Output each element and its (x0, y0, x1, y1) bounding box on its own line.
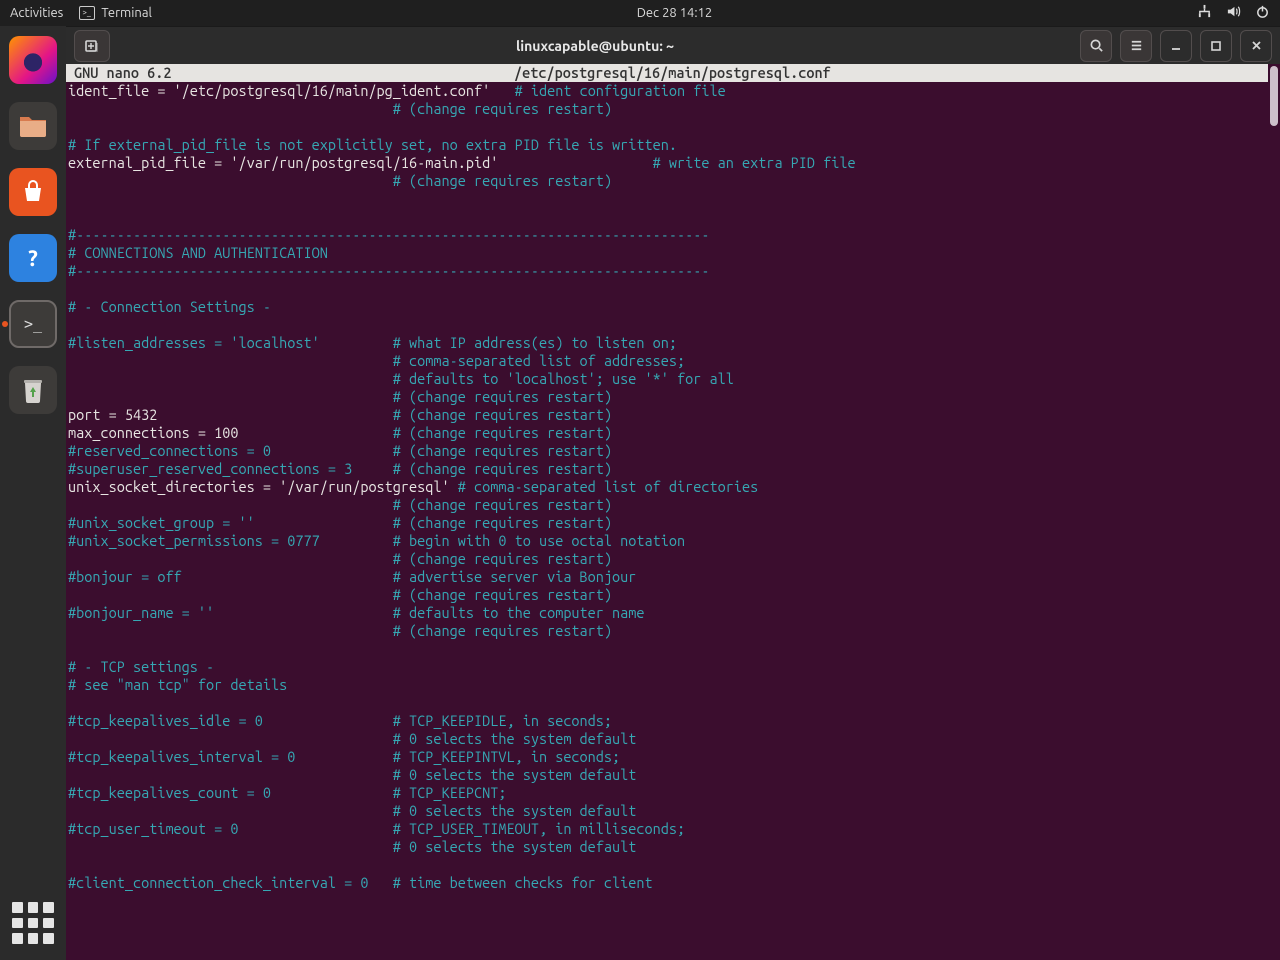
launcher-dock: ? >_ (0, 26, 66, 960)
new-tab-button[interactable] (74, 30, 110, 62)
nano-shortcuts: ^G Help ^O Write Out ^W Where Is ^K Cut … (66, 924, 1280, 960)
trash-icon[interactable] (9, 366, 57, 414)
window-title: linuxcapable@ubuntu: ~ (110, 38, 1080, 54)
search-button[interactable] (1080, 30, 1112, 62)
terminal-pane[interactable]: GNU nano 6.2 /etc/postgresql/16/main/pos… (66, 64, 1280, 960)
close-button[interactable] (1240, 30, 1272, 62)
maximize-button[interactable] (1200, 30, 1232, 62)
network-icon[interactable] (1197, 4, 1212, 22)
top-panel: Activities >_ Terminal Dec 28 14:12 (0, 0, 1280, 26)
show-applications-icon[interactable] (12, 902, 54, 944)
firefox-icon[interactable] (9, 36, 57, 84)
terminal-icon: >_ (79, 6, 95, 20)
nano-header: GNU nano 6.2 /etc/postgresql/16/main/pos… (66, 64, 1280, 82)
minimize-button[interactable] (1160, 30, 1192, 62)
scrollbar[interactable] (1268, 64, 1280, 960)
help-icon[interactable]: ? (9, 234, 57, 282)
topbar-app-label: Terminal (101, 6, 152, 20)
topbar-app[interactable]: >_ Terminal (79, 6, 152, 20)
files-icon[interactable] (9, 102, 57, 150)
topbar-datetime[interactable]: Dec 28 14:12 (637, 6, 713, 20)
terminal-app-icon[interactable]: >_ (9, 300, 57, 348)
power-icon[interactable] (1255, 4, 1270, 22)
software-store-icon[interactable] (9, 168, 57, 216)
window-titlebar: linuxcapable@ubuntu: ~ (66, 26, 1280, 64)
editor-content[interactable]: ident_file = '/etc/postgresql/16/main/pg… (66, 82, 1280, 892)
scrollbar-thumb[interactable] (1270, 66, 1278, 126)
activities-button[interactable]: Activities (10, 6, 63, 20)
nano-filename: /etc/postgresql/16/main/postgresql.conf (514, 64, 1272, 82)
volume-icon[interactable] (1226, 4, 1241, 22)
nano-version: GNU nano 6.2 (74, 64, 514, 82)
hamburger-menu-button[interactable] (1120, 30, 1152, 62)
